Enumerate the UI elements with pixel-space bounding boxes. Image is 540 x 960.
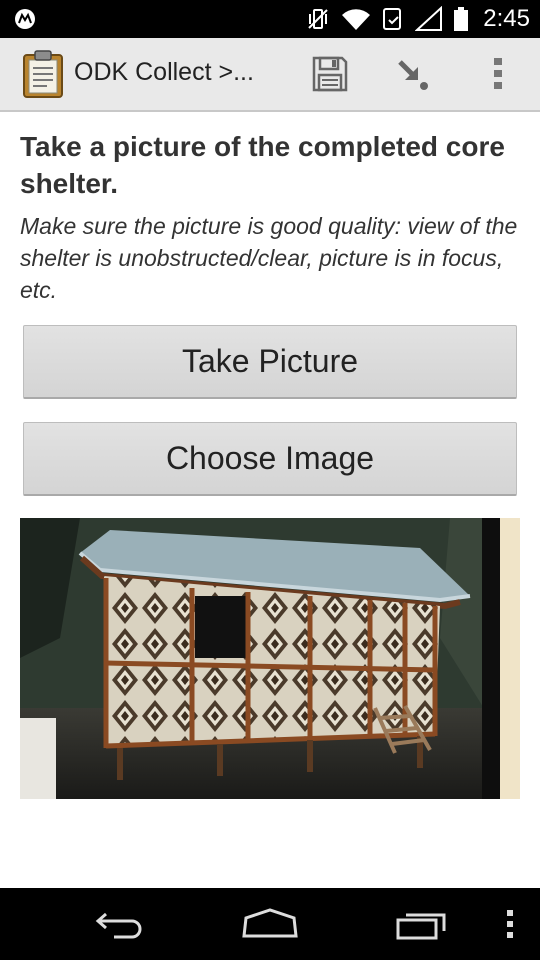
clipboard-icon[interactable]	[22, 50, 64, 98]
status-bar: 2:45	[0, 0, 540, 38]
navigation-bar	[0, 888, 540, 960]
choose-image-button[interactable]: Choose Image	[23, 422, 517, 496]
motorola-icon	[15, 9, 35, 29]
captured-photo[interactable]	[20, 518, 520, 799]
goto-icon	[398, 60, 428, 90]
recent-apps-icon	[396, 913, 446, 940]
goto-button[interactable]	[388, 52, 436, 96]
form-content: Take a picture of the completed core she…	[0, 112, 540, 888]
signal-icon	[415, 6, 443, 31]
question-label: Take a picture of the completed core she…	[20, 131, 505, 199]
vibrate-off-icon	[308, 9, 328, 29]
back-icon	[95, 912, 142, 939]
overflow-menu-icon	[494, 58, 502, 89]
action-bar: ODK Collect >...	[0, 38, 540, 112]
nfc-icon	[383, 8, 402, 30]
battery-icon	[454, 7, 469, 31]
app-title: ODK Collect >...	[74, 58, 254, 86]
status-icons: 2:45	[305, 4, 530, 34]
screen: 2:45 ODK Collect >... Take a picture of …	[0, 0, 540, 960]
recent-apps-button[interactable]	[382, 902, 462, 946]
wifi-icon	[342, 9, 371, 31]
question-hint: Make sure the picture is good quality: v…	[20, 213, 518, 303]
menu-button[interactable]	[490, 902, 530, 946]
save-icon	[312, 56, 348, 92]
menu-icon	[507, 910, 513, 938]
home-button[interactable]	[230, 902, 310, 946]
take-picture-button[interactable]: Take Picture	[23, 325, 517, 399]
back-button[interactable]	[80, 902, 160, 946]
shelter-photo-image	[20, 518, 520, 799]
clock: 2:45	[483, 5, 530, 32]
overflow-menu-button[interactable]	[474, 52, 522, 96]
save-button[interactable]	[306, 52, 354, 96]
home-icon	[242, 908, 298, 938]
